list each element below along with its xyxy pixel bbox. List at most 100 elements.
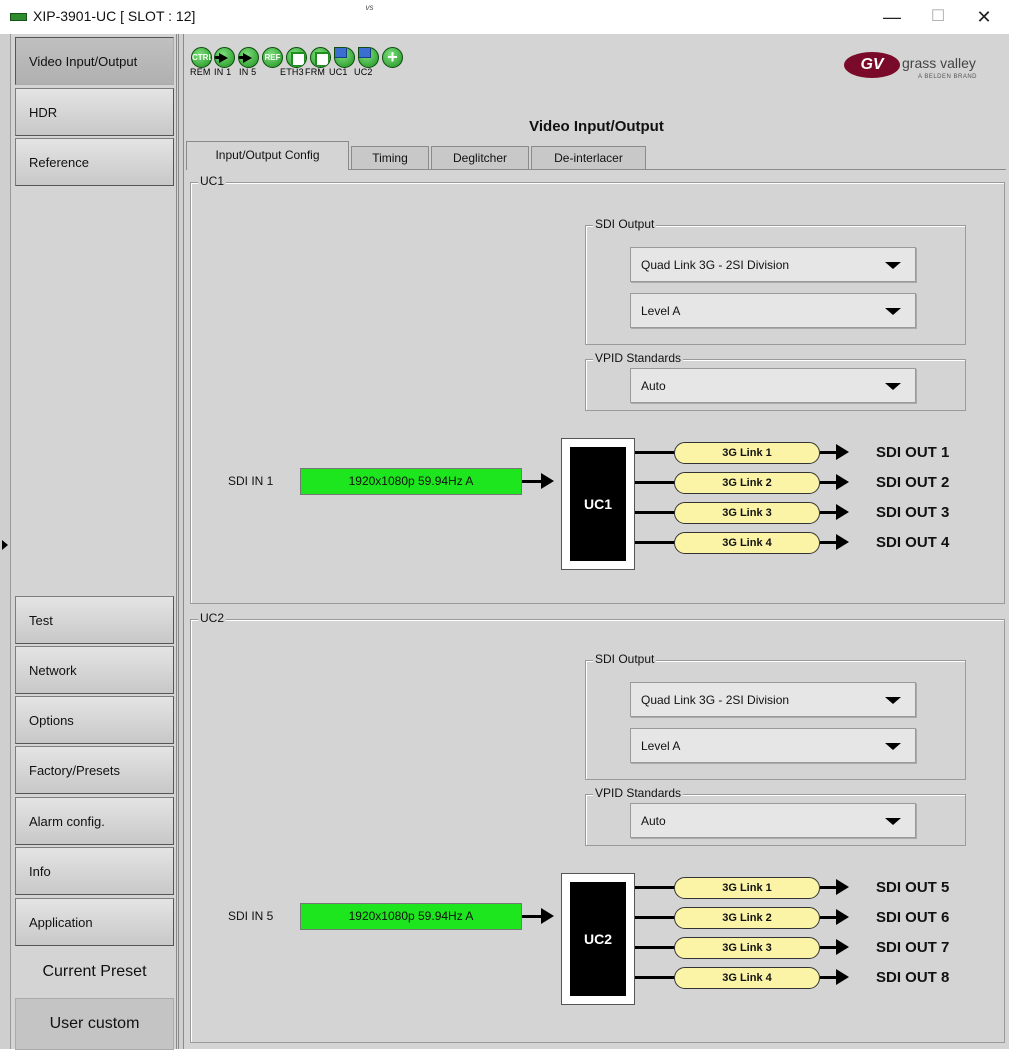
status-label-frm: FRM bbox=[305, 67, 326, 77]
chevron-down-icon bbox=[885, 262, 901, 269]
tab-timing[interactable]: Timing bbox=[351, 146, 429, 169]
uc1-sdi-output-group: SDI Output Quad Link 3G - 2SI Division L… bbox=[585, 217, 966, 345]
uc2-vpid-group: VPID Standards Auto bbox=[585, 786, 966, 846]
uc2-group: UC2 SDI Output Quad Link 3G - 2SI Divisi… bbox=[190, 611, 1005, 1043]
page-title: Video Input/Output bbox=[529, 118, 664, 135]
current-preset-value: User custom bbox=[15, 998, 174, 1050]
uc2-sdi-output-level-value: Level A bbox=[641, 739, 681, 753]
uc1-sdi-output-level-select[interactable]: Level A bbox=[630, 293, 916, 328]
uc1-input-format: 1920x1080p 59.94Hz A bbox=[300, 468, 522, 495]
frame-network-icon[interactable] bbox=[310, 47, 331, 68]
app-frame: Video Input/Output HDR Reference Test Ne… bbox=[0, 34, 1009, 1050]
sidebar-item-hdr[interactable]: HDR bbox=[15, 88, 174, 136]
maximize-button[interactable]: ☐ bbox=[915, 0, 961, 34]
uc1-vpid-select[interactable]: Auto bbox=[630, 368, 916, 403]
sidebar-item-options[interactable]: Options bbox=[15, 696, 174, 744]
sidebar-item-video-input-output[interactable]: Video Input/Output bbox=[15, 37, 174, 85]
uc2-link-2: 3G Link 2 bbox=[674, 907, 820, 929]
brand-sub: A BELDEN BRAND bbox=[918, 74, 978, 80]
uc1-vpid-value: Auto bbox=[641, 379, 666, 393]
arrow-right-icon bbox=[836, 939, 849, 955]
sidebar-item-network[interactable]: Network bbox=[15, 646, 174, 694]
grass-valley-logo: GV grass valley A BELDEN BRAND bbox=[844, 50, 1004, 90]
tab-deglitcher[interactable]: Deglitcher bbox=[431, 146, 529, 169]
chevron-down-icon bbox=[885, 308, 901, 315]
uc2-input-line bbox=[522, 915, 543, 918]
uc1-output-icon[interactable] bbox=[334, 47, 355, 68]
uc1-link-line bbox=[635, 481, 675, 484]
uc1-block: UC1 bbox=[561, 438, 635, 570]
window-titlebar: XIP-3901-UC [ SLOT : 12] ᵛˢ — ☐ ✕ bbox=[0, 0, 1009, 34]
status-label-eth3: ETH3 bbox=[280, 67, 304, 77]
sidebar-item-info[interactable]: Info bbox=[15, 847, 174, 895]
app-icon bbox=[10, 13, 27, 21]
uc1-sdi-output-label: SDI Output bbox=[593, 217, 657, 231]
chevron-down-icon bbox=[885, 383, 901, 390]
sidebar-item-factory-presets[interactable]: Factory/Presets bbox=[15, 746, 174, 794]
uc2-link-line bbox=[635, 916, 675, 919]
uc1-sdi-output-level-value: Level A bbox=[641, 304, 681, 318]
uc2-link-1: 3G Link 1 bbox=[674, 877, 820, 899]
uc2-output-icon[interactable] bbox=[358, 47, 379, 68]
uc1-out-2: SDI OUT 2 bbox=[876, 474, 950, 491]
uc2-vpid-select[interactable]: Auto bbox=[630, 803, 916, 838]
uc1-sdi-output-mode-select[interactable]: Quad Link 3G - 2SI Division bbox=[630, 247, 916, 282]
uc2-sdi-output-group: SDI Output Quad Link 3G - 2SI Division L… bbox=[585, 652, 966, 780]
current-preset-label: Current Preset bbox=[42, 963, 147, 980]
ctrl-icon[interactable]: CTRL bbox=[191, 47, 212, 68]
uc1-sdi-in-label: SDI IN 1 bbox=[228, 474, 274, 488]
uc2-vpid-label: VPID Standards bbox=[593, 786, 684, 800]
status-label-rem: REM bbox=[190, 67, 211, 77]
input-arrow-icon[interactable] bbox=[214, 47, 235, 68]
uc1-link-3: 3G Link 3 bbox=[674, 502, 820, 524]
close-button[interactable]: ✕ bbox=[961, 0, 1007, 34]
uc2-group-label: UC2 bbox=[198, 611, 227, 625]
uc1-link-line bbox=[635, 541, 675, 544]
sidebar-item-application[interactable]: Application bbox=[15, 898, 174, 946]
arrow-right-icon bbox=[541, 473, 554, 489]
arrow-right-icon bbox=[836, 879, 849, 895]
arrow-right-icon bbox=[836, 969, 849, 985]
arrow-right-icon bbox=[836, 534, 849, 550]
status-icon-bar: CTRL REM IN 1 IN 5 REF ETH3 FRM UC1 UC2 … bbox=[184, 34, 1009, 94]
uc2-sdi-output-mode-value: Quad Link 3G - 2SI Division bbox=[641, 693, 790, 707]
uc2-sdi-output-mode-select[interactable]: Quad Link 3G - 2SI Division bbox=[630, 682, 916, 717]
collapse-strip[interactable] bbox=[0, 34, 11, 1049]
ref-icon[interactable]: REF bbox=[262, 47, 283, 68]
plus-icon[interactable]: + bbox=[382, 47, 403, 68]
sidebar-item-test[interactable]: Test bbox=[15, 596, 174, 644]
input-arrow-icon[interactable] bbox=[238, 47, 259, 68]
uc1-block-label: UC1 bbox=[570, 447, 626, 561]
expand-arrow-icon[interactable] bbox=[2, 540, 8, 550]
uc1-link-line bbox=[635, 511, 675, 514]
uc1-vpid-group: VPID Standards Auto bbox=[585, 351, 966, 411]
brand-name: grass valley bbox=[902, 55, 976, 71]
ethernet-icon[interactable] bbox=[286, 47, 307, 68]
minimize-button[interactable]: — bbox=[869, 0, 915, 34]
arrow-right-icon bbox=[836, 474, 849, 490]
uc2-out-7: SDI OUT 7 bbox=[876, 939, 950, 956]
sidebar-item-alarm-config[interactable]: Alarm config. bbox=[15, 797, 174, 845]
arrow-right-icon bbox=[836, 504, 849, 520]
uc1-sdi-output-mode-value: Quad Link 3G - 2SI Division bbox=[641, 258, 790, 272]
uc2-block-label: UC2 bbox=[570, 882, 626, 996]
uc2-link-4: 3G Link 4 bbox=[674, 967, 820, 989]
uc1-group: UC1 SDI Output Quad Link 3G - 2SI Divisi… bbox=[190, 174, 1005, 604]
window-title: XIP-3901-UC [ SLOT : 12] bbox=[33, 8, 196, 24]
uc1-link-4: 3G Link 4 bbox=[674, 532, 820, 554]
sidebar-item-reference[interactable]: Reference bbox=[15, 138, 174, 186]
uc2-out-5: SDI OUT 5 bbox=[876, 879, 950, 896]
uc2-sdi-in-label: SDI IN 5 bbox=[228, 909, 274, 923]
uc1-input-line bbox=[522, 480, 543, 483]
chevron-down-icon bbox=[885, 818, 901, 825]
tab-de-interlacer[interactable]: De-interlacer bbox=[531, 146, 646, 169]
sidebar: Video Input/Output HDR Reference Test Ne… bbox=[12, 34, 177, 1050]
uc1-link-line bbox=[635, 451, 675, 454]
main-panel: CTRL REM IN 1 IN 5 REF ETH3 FRM UC1 UC2 … bbox=[184, 34, 1009, 1049]
gv-symbol: GV bbox=[844, 52, 900, 78]
tab-input-output-config[interactable]: Input/Output Config bbox=[186, 141, 349, 170]
uc2-sdi-output-level-select[interactable]: Level A bbox=[630, 728, 916, 763]
uc1-vpid-label: VPID Standards bbox=[593, 351, 684, 365]
uc2-block: UC2 bbox=[561, 873, 635, 1005]
chevron-down-icon bbox=[885, 743, 901, 750]
